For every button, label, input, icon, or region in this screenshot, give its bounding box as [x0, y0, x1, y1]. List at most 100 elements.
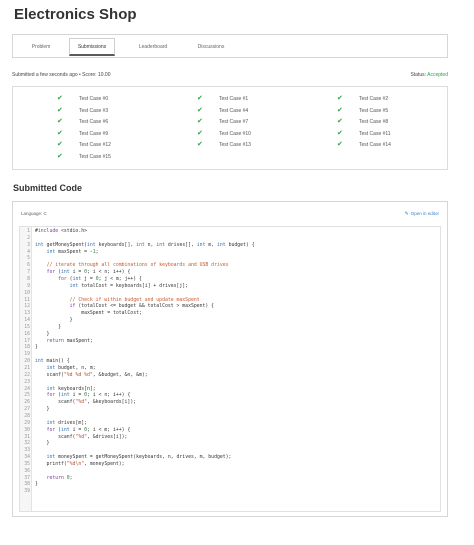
code-line: 4 int maxSpent = -1;	[20, 250, 440, 257]
code-line: 27 }	[20, 407, 440, 414]
code-line: 22 scanf("%d %d %d", &budget, &n, &m);	[20, 373, 440, 380]
line-number: 22	[24, 372, 30, 378]
code-text: return 0;	[46, 475, 73, 481]
submission-info: Submitted a few seconds ago • Score: 10.…	[12, 72, 111, 78]
code-line: 37 return 0;	[20, 476, 440, 483]
code-text: }	[35, 407, 50, 413]
check-icon: ✔	[337, 106, 343, 114]
line-number: 8	[27, 276, 30, 282]
code-text: }	[35, 441, 50, 447]
tab-discussions[interactable]: Discussions	[189, 39, 233, 55]
line-number: 9	[27, 283, 30, 289]
code-text: printf("%d\n", moneySpent);	[35, 461, 125, 467]
line-number: 21	[24, 366, 30, 371]
code-text: return maxSpent;	[46, 338, 93, 344]
code-line: 26 scanf("%d", &keyboards[i]);	[20, 400, 440, 407]
line-number: 2	[27, 235, 30, 241]
check-icon: ✔	[197, 129, 203, 137]
code-line: 1 #include <stdio.h>	[20, 229, 440, 236]
code-text: int budget, n, m;	[46, 366, 96, 371]
code-line: 34 int moneySpent = getMoneySpent(keyboa…	[20, 455, 440, 462]
code-line: 17 return maxSpent;	[20, 339, 440, 346]
test-case-label: Test Case #4	[219, 107, 249, 114]
code-line: 19	[20, 352, 440, 359]
test-case-label: Test Case #1	[219, 96, 249, 102]
test-case-label: Test Case #6	[79, 119, 109, 126]
check-icon: ✔	[337, 118, 343, 126]
line-number: 39	[24, 489, 30, 495]
code-text: }	[35, 482, 38, 488]
code-text: maxSpent = totalCost;	[35, 311, 142, 317]
code-text: #include <stdio.h>	[35, 229, 87, 234]
line-number: 33	[24, 448, 30, 454]
code-text: scanf("%d %d %d", &budget, &n, &m);	[35, 372, 148, 378]
code-text: }	[35, 331, 50, 337]
line-number: 16	[24, 331, 30, 337]
tab-leaderboard[interactable]: Leaderboard	[129, 39, 177, 55]
check-icon: ✔	[197, 106, 203, 114]
code-line: 15 }	[20, 325, 440, 332]
code-text: }	[35, 324, 61, 330]
test-case-label: Test Case #3	[79, 107, 109, 114]
line-number: 29	[24, 420, 30, 426]
code-line: 36	[20, 469, 440, 476]
code-text: }	[35, 345, 38, 351]
code-line: 16 }	[20, 332, 440, 339]
line-number: 1	[27, 229, 30, 234]
test-case-label: Test Case #14	[359, 142, 391, 149]
check-icon: ✔	[337, 129, 343, 137]
line-number: 23	[24, 379, 30, 385]
line-number: 7	[27, 270, 30, 276]
line-number: 14	[24, 318, 30, 324]
status-label: Status:	[410, 72, 427, 78]
code-panel: Language: C ✎ Open in editor 1 #include <s…	[12, 201, 448, 517]
code-line: 32 }	[20, 441, 440, 448]
code-line: 21 int budget, n, m;	[20, 366, 440, 373]
tab-problem[interactable]: Problem	[19, 39, 63, 55]
line-number: 10	[24, 290, 30, 296]
check-icon: ✔	[197, 95, 203, 102]
code-line: 33	[20, 448, 440, 455]
check-icon: ✔	[197, 118, 203, 126]
code-text: int main() {	[35, 359, 70, 365]
line-number: 36	[24, 468, 30, 474]
test-case-label: Test Case #2	[359, 96, 389, 102]
code-text: int drives[m];	[46, 420, 88, 426]
open-in-editor-label: Open in editor	[410, 211, 439, 216]
line-number: 20	[24, 359, 30, 365]
test-case-label: Test Case #0	[79, 96, 109, 102]
line-number: 27	[24, 407, 30, 413]
line-number: 3	[27, 242, 30, 248]
test-case-label: Test Case #15	[79, 154, 111, 160]
code-line: 29 int drives[m];	[20, 421, 440, 428]
code-text: for (int j = 0; j < m; j++) {	[58, 276, 142, 282]
code-line: 9 int totalCost = keyboards[i] + drives[…	[20, 284, 440, 291]
page-title: Electronics Shop	[14, 6, 137, 23]
code-line: 35 printf("%d\n", moneySpent);	[20, 462, 440, 469]
line-number: 35	[24, 461, 30, 467]
code-viewer[interactable]: 1 #include <stdio.h> 2 3 int getMoneySpent(i…	[19, 226, 441, 512]
line-number: 15	[24, 324, 30, 330]
code-line: 13 maxSpent = totalCost;	[20, 311, 440, 318]
check-icon: ✔	[337, 141, 343, 149]
test-case-label: Test Case #12	[79, 142, 111, 149]
open-in-editor-link[interactable]: ✎ Open in editor	[405, 211, 439, 217]
code-line: 30 for (int i = 0; i < m; i++) {	[20, 428, 440, 435]
check-icon: ✔	[57, 153, 63, 160]
code-line: 14 }	[20, 318, 440, 325]
code-text: int totalCost = keyboards[i] + drives[j]…	[69, 283, 189, 289]
code-line: 8 for (int j = 0; j < m; j++) {	[20, 277, 440, 284]
pencil-icon: ✎	[404, 211, 409, 217]
test-case-grid: ✔ Test Case #0 ✔ Test Case #1 ✔ Test Case #2 ✔…	[12, 86, 448, 170]
code-line: 23	[20, 380, 440, 387]
line-number: 30	[24, 427, 30, 433]
check-icon: ✔	[57, 141, 63, 149]
status-badge: Status: Accepted	[410, 72, 448, 78]
code-text: for (int i = 0; i < n; i++) {	[46, 270, 131, 276]
check-icon: ✔	[57, 129, 63, 137]
test-case-label: Test Case #10	[219, 130, 251, 137]
submission-status-bar: Submitted a few seconds ago • Score: 10.…	[12, 72, 448, 78]
tab-submissions[interactable]: Submissions	[69, 38, 115, 56]
code-line: 10	[20, 291, 440, 298]
code-line: 20 int main() {	[20, 359, 440, 366]
